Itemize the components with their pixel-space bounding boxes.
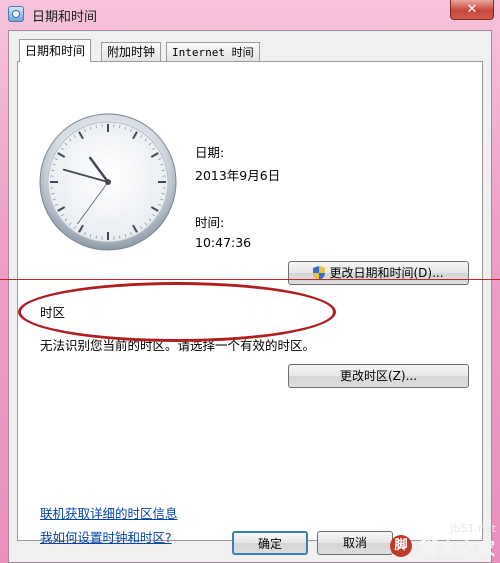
watermark-name: 脚本之家: [420, 539, 496, 560]
change-date-time-button[interactable]: 更改日期和时间(D)...: [288, 261, 469, 285]
tab-date-time[interactable]: 日期和时间: [19, 39, 92, 62]
time-label: 时间:: [195, 215, 225, 230]
time-value: 10:47:36: [195, 235, 252, 250]
analog-clock: [39, 113, 177, 251]
tab-additional-clocks[interactable]: 附加时钟: [101, 42, 162, 61]
date-label: 日期:: [195, 145, 225, 160]
annotation-red-line: [0, 279, 500, 280]
ok-button[interactable]: 确定: [232, 531, 308, 555]
watermark-url: jb51.net: [450, 522, 496, 535]
change-date-time-label: 更改日期和时间(D)...: [329, 266, 444, 280]
close-button[interactable]: ✕: [450, 0, 494, 20]
watermark-badge: 脚: [390, 535, 412, 557]
date-value: 2013年9月6日: [195, 168, 281, 183]
window-frame: 日期和时间 ✕ 日期和时间 附加时钟 Internet 时间 日期: 2013年…: [0, 0, 500, 563]
change-timezone-button[interactable]: 更改时区(Z)...: [288, 364, 469, 388]
cancel-button[interactable]: 取消: [317, 531, 393, 555]
watermark: jb51.net 脚本之家: [420, 522, 496, 561]
uac-shield-icon: [313, 266, 326, 280]
annotation-red-ellipse: [18, 282, 336, 342]
title-bar: 日期和时间 ✕: [0, 0, 500, 28]
how-to-set-clock-link[interactable]: 我如何设置时钟和时区?: [40, 527, 172, 546]
tab-internet-time[interactable]: Internet 时间: [166, 42, 260, 61]
window-title: 日期和时间: [32, 10, 98, 25]
online-timezone-info-link[interactable]: 联机获取详细的时区信息: [40, 503, 178, 522]
clock-app-icon: [8, 6, 24, 22]
